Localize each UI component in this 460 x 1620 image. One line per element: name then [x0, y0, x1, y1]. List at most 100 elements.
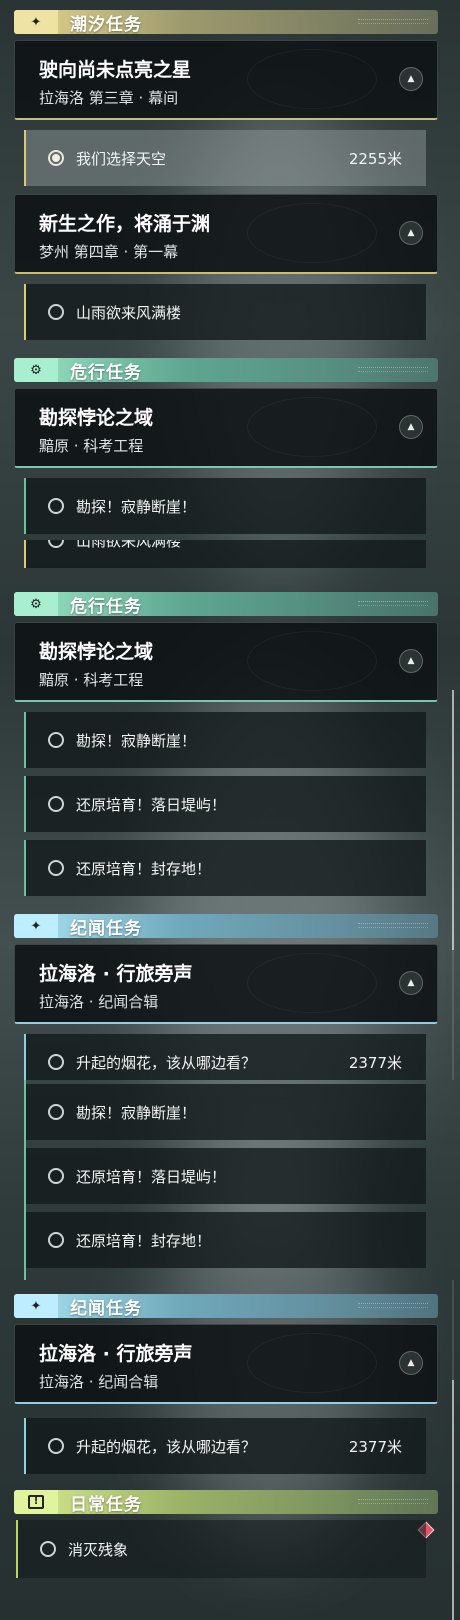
collapse-icon[interactable]: ▲: [399, 221, 423, 245]
objective-text: 山雨欲来风满楼: [76, 540, 182, 550]
quest-header[interactable]: 驶向尚未点亮之星 拉海洛 第三章 · 幕间 ▲: [14, 40, 438, 120]
objective-text: 升起的烟花，该从哪边看？: [76, 1053, 257, 1072]
objective-item[interactable]: 山雨欲来风满楼: [24, 540, 426, 568]
category-label: 纪闻任务: [70, 1298, 142, 1319]
decoration: [358, 367, 428, 372]
quest-title: 驶向尚未点亮之星: [39, 59, 192, 81]
gear-eye-icon: ⚙: [14, 592, 58, 616]
quest-subtitle: 黯原 · 科考工程: [39, 437, 144, 455]
category-label: 危行任务: [70, 596, 142, 617]
accent-bar: [24, 712, 26, 768]
collapse-icon[interactable]: ▲: [399, 415, 423, 439]
objective-text: 我们选择天空: [76, 149, 167, 168]
quest-title: 勘探悖论之域: [39, 407, 154, 429]
objective-item[interactable]: 勘探！寂静断崖！: [24, 478, 426, 534]
quest-title: 拉海洛 · 行旅旁声: [39, 963, 193, 985]
scrollbar-thumb[interactable]: [452, 690, 454, 950]
radio-selected-icon: [48, 150, 64, 166]
category-header-danger[interactable]: ⚙ 危行任务: [14, 592, 438, 617]
scrollbar-track[interactable]: [452, 1280, 454, 1620]
objective-text: 消灭残象: [68, 1540, 129, 1559]
accent-bar: [24, 540, 26, 568]
exclamation-icon-glyph: !: [28, 1495, 44, 1509]
topo-decoration: [247, 953, 377, 1013]
radio-icon: [48, 1438, 64, 1454]
objective-distance: 2255米: [348, 149, 402, 168]
objective-item[interactable]: 消灭残象: [16, 1520, 426, 1578]
four-point-star-icon: ✦: [14, 914, 58, 938]
radio-icon: [48, 498, 64, 514]
quest-header[interactable]: 勘探悖论之域 黯原 · 科考工程 ▲: [14, 622, 438, 702]
objective-text: 还原培育！封存地！: [76, 1231, 212, 1250]
quest-title: 新生之作，将涌于渊: [39, 213, 211, 235]
accent-bar: [24, 1418, 26, 1474]
decoration: [358, 923, 428, 928]
objective-item[interactable]: 还原培育！落日堤屿！: [24, 776, 426, 832]
quest-title: 勘探悖论之域: [39, 641, 154, 663]
radio-icon: [48, 1232, 64, 1248]
objective-item[interactable]: 升起的烟花，该从哪边看？ 2377米: [24, 1034, 426, 1080]
quest-header[interactable]: 新生之作，将涌于渊 梦州 第四章 · 第一幕 ▲: [14, 194, 438, 274]
objective-text: 还原培育！落日堤屿！: [76, 1167, 227, 1186]
objective-distance: 2377米: [348, 1437, 402, 1456]
objective-item[interactable]: 山雨欲来风满楼: [24, 284, 426, 340]
collapse-icon[interactable]: ▲: [399, 649, 423, 673]
scrollbar-track[interactable]: [452, 690, 454, 1080]
decoration: [358, 19, 428, 24]
objective-item[interactable]: 升起的烟花，该从哪边看？ 2377米: [24, 1418, 426, 1474]
objective-text: 升起的烟花，该从哪边看？: [76, 1437, 257, 1456]
gear-eye-icon: ⚙: [14, 358, 58, 382]
objective-text: 勘探！寂静断崖！: [76, 497, 197, 516]
topo-decoration: [247, 631, 377, 691]
collapse-icon[interactable]: ▲: [399, 971, 423, 995]
category-header-chronicle[interactable]: ✦ 纪闻任务: [14, 914, 438, 939]
scrollbar-thumb[interactable]: [452, 1380, 454, 1620]
quest-subtitle: 拉海洛 第三章 · 幕间: [39, 89, 179, 107]
category-header-danger[interactable]: ⚙ 危行任务: [14, 358, 438, 383]
quest-header[interactable]: 拉海洛 · 行旅旁声 拉海洛 · 纪闻合辑 ▲: [14, 1324, 438, 1404]
quest-subtitle: 黯原 · 科考工程: [39, 671, 144, 689]
radio-icon: [48, 1104, 64, 1120]
category-header-tidal[interactable]: ✦ 潮汐任务: [14, 10, 438, 35]
radio-icon: [48, 732, 64, 748]
accent-bar: [24, 1212, 26, 1268]
quest-header[interactable]: 勘探悖论之域 黯原 · 科考工程 ▲: [14, 388, 438, 468]
objective-item[interactable]: 还原培育！封存地！: [24, 1212, 426, 1268]
radio-icon: [48, 860, 64, 876]
objective-item[interactable]: 还原培育！封存地！: [24, 840, 426, 896]
quest-subtitle: 梦州 第四章 · 第一幕: [39, 243, 179, 261]
category-header-chronicle[interactable]: ✦ 纪闻任务: [14, 1294, 438, 1319]
objective-item[interactable]: 勘探！寂静断崖！: [24, 712, 426, 768]
accent-bar: [24, 130, 26, 186]
collapse-icon[interactable]: ▲: [399, 67, 423, 91]
objective-text: 勘探！寂静断崖！: [76, 731, 197, 750]
quest-panel-2: 山雨欲来风满楼 ⚙ 危行任务 勘探悖论之域 黯原 · 科考工程 ▲ 勘探！寂静断…: [0, 540, 460, 1080]
decoration: [358, 1303, 428, 1308]
quest-subtitle: 拉海洛 · 纪闻合辑: [39, 1373, 159, 1391]
accent-bar: [24, 1084, 26, 1140]
objective-item[interactable]: 勘探！寂静断崖！: [24, 1084, 426, 1140]
decoration: [358, 601, 428, 606]
accent-bar: [24, 1034, 26, 1080]
objective-distance: 2377米: [348, 1053, 402, 1072]
radio-icon: [48, 796, 64, 812]
radio-icon: [40, 1541, 56, 1557]
category-label: 纪闻任务: [70, 918, 142, 939]
accent-bar: [24, 1148, 26, 1204]
quest-panel-1: ✦ 潮汐任务 驶向尚未点亮之星 拉海洛 第三章 · 幕间 ▲ 我们选择天空 22…: [0, 0, 460, 540]
topo-decoration: [247, 203, 377, 263]
category-label: 潮汐任务: [70, 14, 142, 35]
exclamation-icon: !: [14, 1490, 58, 1514]
accent-bar: [24, 840, 26, 896]
quest-title: 拉海洛 · 行旅旁声: [39, 1343, 193, 1365]
accent-bar: [24, 776, 26, 832]
accent-bar: [16, 1520, 18, 1578]
objective-item[interactable]: 还原培育！落日堤屿！: [24, 1148, 426, 1204]
objective-text: 勘探！寂静断崖！: [76, 1103, 197, 1122]
objective-item[interactable]: 我们选择天空 2255米: [24, 130, 426, 186]
category-header-daily[interactable]: ! 日常任务: [14, 1490, 438, 1515]
objective-text: 还原培育！落日堤屿！: [76, 795, 227, 814]
quest-header[interactable]: 拉海洛 · 行旅旁声 拉海洛 · 纪闻合辑 ▲: [14, 944, 438, 1024]
accent-bar: [24, 478, 26, 534]
collapse-icon[interactable]: ▲: [399, 1351, 423, 1375]
